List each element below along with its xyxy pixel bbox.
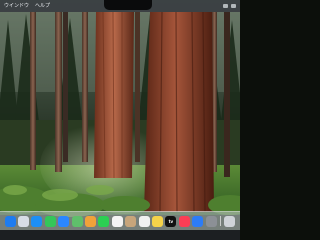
status-area [223, 0, 236, 12]
messages-icon[interactable] [44, 215, 56, 227]
dock-separator [219, 216, 221, 226]
safari-icon[interactable] [31, 215, 43, 227]
trash-icon[interactable] [224, 215, 236, 227]
menu-item-window[interactable]: ウインドウ [4, 0, 29, 12]
music-icon[interactable] [178, 215, 190, 227]
menu-item-help[interactable]: ヘルプ [35, 0, 50, 12]
forest-wallpaper [0, 0, 240, 240]
status-icon[interactable] [231, 4, 236, 8]
calendar-icon[interactable] [111, 215, 123, 227]
dock-app-label: tv [168, 218, 174, 224]
contacts-icon[interactable] [125, 215, 137, 227]
facetime-icon[interactable] [98, 215, 110, 227]
notes-icon[interactable] [151, 215, 163, 227]
mail-icon[interactable] [58, 215, 70, 227]
appletv-icon[interactable]: tv [165, 215, 177, 227]
status-icon[interactable] [223, 4, 228, 8]
desktop-screen: ウインドウ ヘルプ tv [0, 0, 240, 240]
camera-notch [104, 0, 152, 10]
launchpad-icon[interactable] [18, 215, 30, 227]
reminders-icon[interactable] [138, 215, 150, 227]
settings-icon[interactable] [205, 215, 217, 227]
photos-icon[interactable] [85, 215, 97, 227]
screen-bezel [0, 230, 240, 240]
appstore-icon[interactable] [192, 215, 204, 227]
dock: tv [0, 211, 240, 230]
finder-icon[interactable] [4, 215, 16, 227]
maps-icon[interactable] [71, 215, 83, 227]
